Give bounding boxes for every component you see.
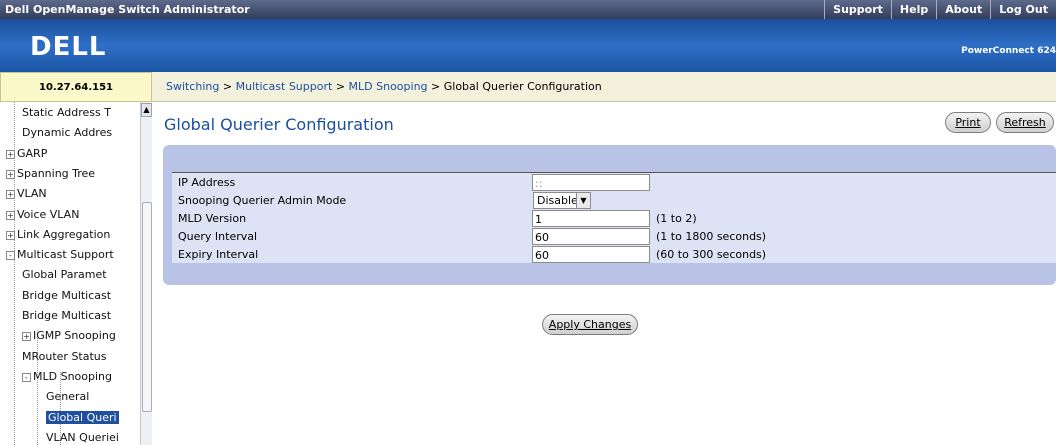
query-interval-row: Query Interval 60 (1 to 1800 seconds) [172, 227, 1056, 245]
expiry-interval-label: Expiry Interval [172, 245, 531, 263]
expiry-interval-field[interactable]: 60 [532, 246, 650, 263]
ip-address-label: IP Address [172, 173, 531, 191]
ip-address-field[interactable]: :: [532, 174, 650, 191]
sidebar-item[interactable]: Bridge Multicast [22, 289, 111, 302]
sidebar-item[interactable]: General [46, 390, 89, 403]
sidebar-item-label: Link Aggregation [17, 227, 111, 241]
mld-version-range: (1 to 2) [656, 212, 697, 225]
refresh-button[interactable]: Refresh [996, 112, 1054, 133]
sidebar-item[interactable]: + IGMP Snooping [22, 329, 116, 342]
sidebar-tree: Static Address T Dynamic Addres + GARP + Span… [0, 102, 152, 445]
sidebar-item-label: VLAN [17, 187, 47, 201]
breadcrumb-current: Global Querier Configuration [443, 80, 602, 93]
mld-version-field[interactable]: 1 [532, 210, 650, 227]
expand-icon[interactable]: + [6, 230, 15, 240]
expiry-interval-row: Expiry Interval 60 (60 to 300 seconds) [172, 245, 1056, 263]
admin-mode-value: Disable [537, 194, 578, 207]
sidebar-item-label: GARP [17, 146, 48, 160]
collapse-icon[interactable]: - [6, 251, 15, 261]
sidebar-item-label: Global Paramet [22, 268, 107, 282]
sidebar-item-label: Dynamic Addres [22, 126, 113, 140]
breadcrumb-mld-snooping[interactable]: MLD Snooping [349, 80, 428, 93]
sidebar-item[interactable]: Bridge Multicast [22, 309, 111, 322]
sidebar-item-label: VLAN Queriei [46, 430, 119, 444]
sidebar-item-label: MLD Snooping [33, 369, 112, 383]
help-link[interactable]: Help [890, 0, 936, 19]
sidebar-item-label: Bridge Multicast [22, 288, 112, 302]
sidebar-item[interactable]: - MLD Snooping [22, 370, 112, 383]
expand-icon[interactable]: + [6, 190, 15, 200]
breadcrumb-multicast-support[interactable]: Multicast Support [236, 80, 333, 93]
banner: DELL PowerConnect 624 [0, 19, 1056, 72]
sidebar-item-label: Global Queri [46, 410, 119, 424]
apply-changes-button[interactable]: Apply Changes [542, 314, 638, 335]
breadcrumb-separator: > [222, 80, 233, 93]
ip-address-row: IP Address :: [172, 173, 1056, 191]
expand-icon[interactable]: + [6, 149, 15, 159]
breadcrumb-separator: > [431, 80, 441, 93]
expand-icon[interactable]: + [6, 169, 15, 179]
sidebar-item[interactable]: + Spanning Tree [6, 167, 95, 180]
expiry-interval-range: (60 to 300 seconds) [656, 248, 767, 261]
sidebar-item[interactable]: Global Queri [46, 410, 119, 424]
product-name: PowerConnect 624 [961, 46, 1056, 56]
log-out-link[interactable]: Log Out [990, 0, 1056, 19]
sidebar-item[interactable]: + Link Aggregation [6, 228, 110, 241]
sidebar-item[interactable]: MRouter Status [22, 350, 107, 363]
scroll-thumb[interactable] [142, 202, 152, 412]
sidebar-item[interactable]: VLAN Queriei [46, 431, 119, 444]
collapse-icon[interactable]: - [22, 372, 31, 382]
expand-icon[interactable]: + [22, 332, 31, 342]
admin-mode-row: Snooping Querier Admin Mode Disable ▼ [172, 191, 1056, 209]
admin-mode-label: Snooping Querier Admin Mode [172, 191, 531, 209]
breadcrumb: Switching > Multicast Support > MLD Snoo… [152, 72, 1056, 102]
support-link[interactable]: Support [824, 0, 891, 19]
app-title: Dell OpenManage Switch Administrator [5, 3, 250, 16]
chevron-down-icon[interactable]: ▼ [576, 193, 590, 208]
top-nav: Support Help About Log Out [824, 0, 1056, 19]
page-title: Global Querier Configuration [164, 115, 394, 134]
sidebar-item-label: Multicast Support [17, 248, 114, 262]
about-link[interactable]: About [936, 0, 990, 19]
sidebar-item[interactable]: Global Paramet [22, 268, 107, 281]
breadcrumb-switching[interactable]: Switching [166, 80, 219, 93]
title-bar: Dell OpenManage Switch Administrator Sup… [0, 0, 1056, 19]
sidebar-item[interactable]: + VLAN [6, 187, 47, 200]
mld-version-label: MLD Version [172, 209, 531, 227]
query-interval-range: (1 to 1800 seconds) [656, 230, 767, 243]
breadcrumb-separator: > [335, 80, 346, 93]
dell-logo: DELL [30, 32, 107, 62]
sidebar-item[interactable]: + Voice VLAN [6, 208, 79, 221]
print-button[interactable]: Print [945, 112, 991, 133]
form-table: IP Address :: Snooping Querier Admin Mod… [172, 172, 1056, 263]
sidebar-item-label: Static Address T [22, 106, 111, 119]
sidebar-item-label: IGMP Snooping [33, 329, 116, 343]
mld-version-row: MLD Version 1 (1 to 2) [172, 209, 1056, 227]
sidebar-item-label: Bridge Multicast [22, 309, 112, 322]
admin-mode-select[interactable]: Disable ▼ [533, 192, 591, 209]
main-content: Global Querier Configuration Print Refre… [152, 103, 1056, 445]
expand-icon[interactable]: + [6, 210, 15, 220]
scroll-up-icon[interactable]: ▲ [141, 103, 152, 117]
sidebar-item[interactable]: - Multicast Support [6, 248, 114, 261]
sidebar-item[interactable]: Static Address T [22, 106, 111, 119]
query-interval-field[interactable]: 60 [532, 228, 650, 245]
sidebar-item[interactable]: Dynamic Addres [22, 126, 112, 139]
sidebar-item-label: General [46, 390, 90, 404]
sidebar-scrollbar[interactable]: ▲ [140, 102, 152, 445]
query-interval-label: Query Interval [172, 227, 531, 245]
sidebar-item-label: Voice VLAN [17, 207, 80, 221]
form-panel: IP Address :: Snooping Querier Admin Mod… [163, 145, 1056, 285]
sidebar-item-label: MRouter Status [22, 349, 107, 363]
sidebar-item[interactable]: + GARP [6, 147, 47, 160]
ip-address-display: 10.27.64.151 [0, 72, 152, 102]
sidebar-item-label: Spanning Tree [17, 166, 96, 180]
